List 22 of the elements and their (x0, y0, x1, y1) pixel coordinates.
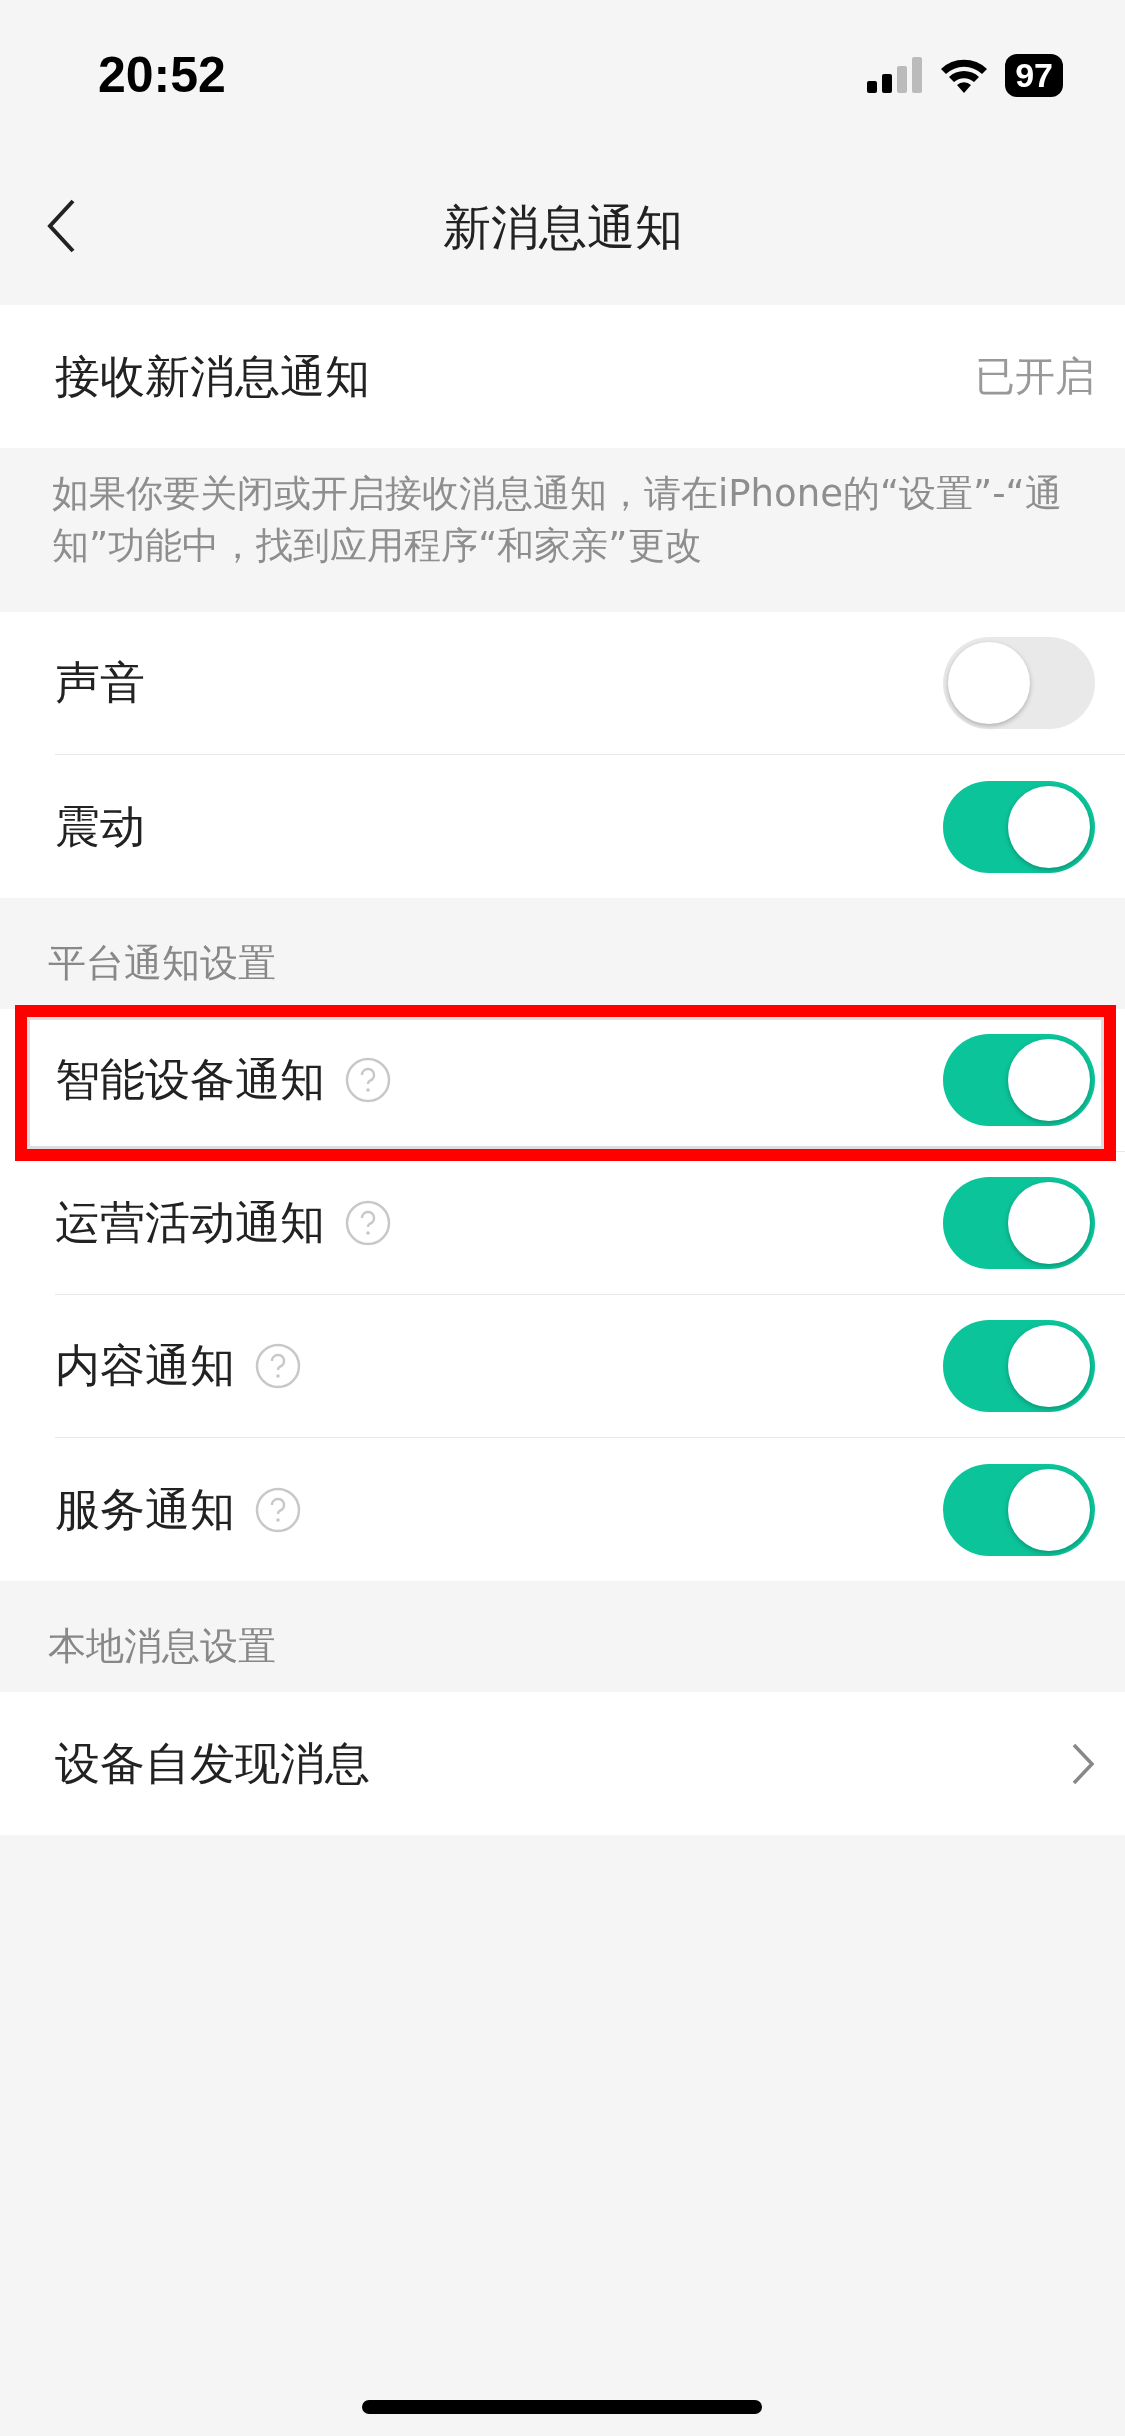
help-icon[interactable] (255, 1343, 301, 1389)
back-icon[interactable] (46, 198, 76, 254)
battery-level: 97 (1005, 53, 1063, 97)
note-text: 如果你要关闭或开启接收消息通知，请在iPhone的“设置”-“通知”功能中，找到应用程序“和家亲”更改 (51, 471, 1063, 569)
status-time: 20:52 (98, 46, 226, 104)
row-label: 声音 (55, 655, 145, 711)
row-label: 接收新消息通知 (55, 348, 370, 405)
row-label: 内容通知 (55, 1338, 235, 1394)
help-icon[interactable] (255, 1486, 301, 1533)
row-label: 运营活动通知 (55, 1195, 325, 1251)
chevron-icon[interactable] (1071, 1741, 1095, 1786)
section-header: 平台通知设置 (47, 940, 277, 987)
help-icon[interactable] (345, 1057, 391, 1103)
help-icon[interactable] (345, 1200, 391, 1246)
section-header: 本地消息设置 (47, 1623, 277, 1670)
row-label: 震动 (55, 798, 145, 855)
row-value: 已开启 (975, 352, 1095, 401)
signal-icon (867, 57, 924, 93)
row-label: 服务通知 (55, 1481, 235, 1538)
page-title: 新消息通知 (442, 197, 683, 257)
row-label: 设备自发现消息 (55, 1735, 370, 1792)
row-label: 智能设备通知 (55, 1052, 325, 1108)
